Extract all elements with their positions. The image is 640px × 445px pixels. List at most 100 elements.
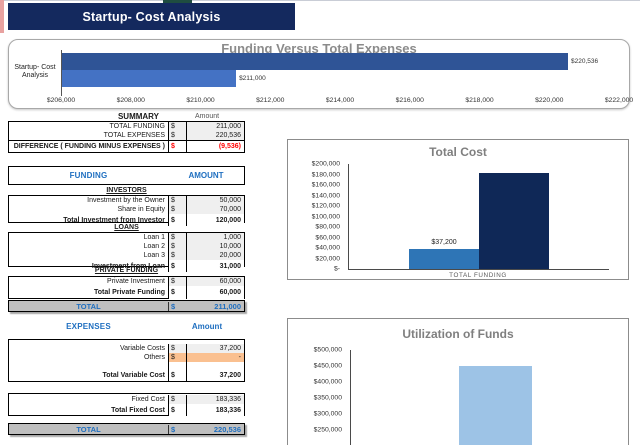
totalcost-yticks: $200,000$180,000$160,000$140,000$120,000…	[288, 164, 344, 269]
row-label: TOTAL EXPENSES	[9, 131, 168, 140]
expenses-total-value[interactable]: 220,536	[186, 425, 244, 434]
currency-cell: $	[168, 196, 186, 205]
value-cell[interactable]: 70,000	[186, 205, 244, 214]
value-cell[interactable]: 37,200	[186, 369, 244, 381]
y-axis-tick-label: $500,000	[314, 347, 342, 354]
plot-area	[350, 350, 617, 445]
y-axis-tick-label: $20,000	[315, 255, 340, 262]
value-cell[interactable]: 183,336	[186, 395, 244, 404]
currency-cell: $	[168, 233, 186, 242]
table-row: Private Investment$60,000	[9, 277, 244, 286]
value-cell[interactable]: -	[186, 353, 244, 362]
table-row: Loan 1$1,000	[9, 233, 244, 242]
value-cell[interactable]: 60,000	[186, 277, 244, 286]
x-axis-tick-label: $222,000	[605, 97, 633, 104]
table-row: Investment by the Owner$50,000	[9, 196, 244, 205]
value-cell[interactable]: 10,000	[186, 242, 244, 251]
currency-cell: $	[168, 369, 186, 381]
bar-total-variable-cost: $37,200	[409, 249, 479, 269]
bar-total-funding	[62, 70, 236, 87]
table-row: TOTAL FUNDING$211,000	[9, 122, 244, 131]
value-cell[interactable]: 37,200	[186, 344, 244, 353]
row-label: Share in Equity	[9, 205, 168, 214]
plot-area: $37,200	[348, 164, 609, 270]
currency-cell: $	[168, 353, 186, 362]
value-cell[interactable]: 50,000	[186, 196, 244, 205]
x-axis-tick-label: $220,000	[535, 97, 563, 104]
funding-title: FUNDING	[9, 171, 168, 180]
startup-cost-analysis-dashboard: Startup- Cost Analysis Funding Versus To…	[0, 0, 640, 445]
value-cell[interactable]: 211,000	[186, 122, 244, 131]
difference-currency: $	[168, 141, 186, 152]
bar-data-label: $220,536	[571, 58, 598, 65]
x-axis-tick-label: $210,000	[186, 97, 214, 104]
row-label	[9, 362, 168, 369]
funding-section-header: FUNDING AMOUNT	[8, 166, 245, 185]
utilization-of-funds-chart[interactable]: Utilization of Funds $500,000$450,000$40…	[287, 318, 629, 445]
utilization-yticks: $500,000$450,000$400,000$350,000$300,000…	[288, 350, 346, 445]
funding-total-label: TOTAL	[9, 302, 168, 311]
row-label: Investment by the Owner	[9, 196, 168, 205]
y-axis-tick-label: $160,000	[312, 182, 340, 189]
row-label: TOTAL FUNDING	[9, 122, 168, 131]
table-row: Fixed Cost$183,336	[9, 395, 244, 404]
window-top-edge	[0, 0, 640, 1]
x-axis-category-label: TOTAL FUNDING	[348, 272, 608, 279]
currency-cell: $	[168, 344, 186, 353]
y-axis-tick-label: $200,000	[312, 161, 340, 168]
table-row	[9, 362, 244, 369]
summary-amount-header: Amount	[169, 113, 245, 120]
table-row: Variable Costs$37,200	[9, 344, 244, 353]
table-row: TOTAL EXPENSES$220,536	[9, 131, 244, 140]
x-axis-tick-label: $212,000	[256, 97, 284, 104]
table-row: Others$-	[9, 353, 244, 362]
table-row: Total Variable Cost$37,200	[9, 369, 244, 381]
row-label: Loan 1	[9, 233, 168, 242]
y-axis-tick-label: $250,000	[314, 427, 342, 434]
y-axis-tick-label: $350,000	[314, 395, 342, 402]
summary-title: SUMMARY	[8, 112, 169, 121]
loans-table: Loan 1$1,000Loan 2$10,000Loan 3$20,000In…	[8, 232, 245, 267]
chart-title: Total Cost	[288, 145, 628, 159]
value-cell[interactable]: 183,336	[186, 404, 244, 416]
x-axis-tick-label: $218,000	[465, 97, 493, 104]
summary-table: TOTAL FUNDING$211,000TOTAL EXPENSES$220,…	[8, 121, 245, 141]
funding-chart-xticks: $206,000$208,000$210,000$212,000$214,000…	[61, 97, 619, 107]
chart-title: Utilization of Funds	[288, 327, 628, 341]
expenses-total-currency: $	[168, 425, 186, 434]
bar-data-label: $37,200	[431, 239, 456, 246]
currency-cell: $	[168, 131, 186, 140]
summary-header: SUMMARY Amount	[8, 111, 245, 121]
funding-vs-expenses-chart[interactable]: Funding Versus Total Expenses Startup- C…	[8, 39, 630, 109]
table-row: Loan 3$20,000	[9, 251, 244, 260]
row-label: Total Fixed Cost	[9, 404, 168, 416]
total-cost-chart[interactable]: Total Cost $200,000$180,000$160,000$140,…	[287, 139, 629, 280]
value-cell[interactable]	[186, 362, 244, 369]
y-axis-tick-label: $-	[334, 266, 340, 273]
value-cell[interactable]: 220,536	[186, 131, 244, 140]
expenses-title: EXPENSES	[8, 322, 169, 331]
table-row: Loan 2$10,000	[9, 242, 244, 251]
expenses-total-row: TOTAL $ 220,536	[8, 423, 245, 435]
category-axis-label: Startup- Cost Analysis	[11, 64, 59, 80]
x-axis-tick-label: $206,000	[47, 97, 75, 104]
row-label: Loan 3	[9, 251, 168, 260]
bar-data-label: $211,000	[239, 75, 266, 82]
funding-total-value[interactable]: 211,000	[186, 302, 244, 311]
bar-total-fixed-cost	[479, 173, 549, 269]
currency-cell: $	[168, 404, 186, 416]
funding-total-row: TOTAL $ 211,000	[8, 300, 245, 312]
value-cell[interactable]: 20,000	[186, 251, 244, 260]
expenses-section-header: EXPENSES Amount	[8, 321, 245, 332]
currency-cell	[168, 362, 186, 369]
bar-total-expenses	[62, 53, 568, 70]
fixed-costs-table: Fixed Cost$183,336Total Fixed Cost$183,3…	[8, 393, 245, 416]
y-axis-tick-label: $180,000	[312, 171, 340, 178]
difference-label: DIFFERENCE ( FUNDING MINUS EXPENSES )	[9, 141, 168, 152]
y-axis-tick-label: $300,000	[314, 411, 342, 418]
totalcost-bars: $37,200	[349, 164, 609, 269]
difference-value[interactable]: (9,536)	[186, 141, 244, 152]
value-cell[interactable]: 1,000	[186, 233, 244, 242]
currency-cell: $	[168, 395, 186, 404]
value-cell[interactable]: 60,000	[186, 286, 244, 299]
